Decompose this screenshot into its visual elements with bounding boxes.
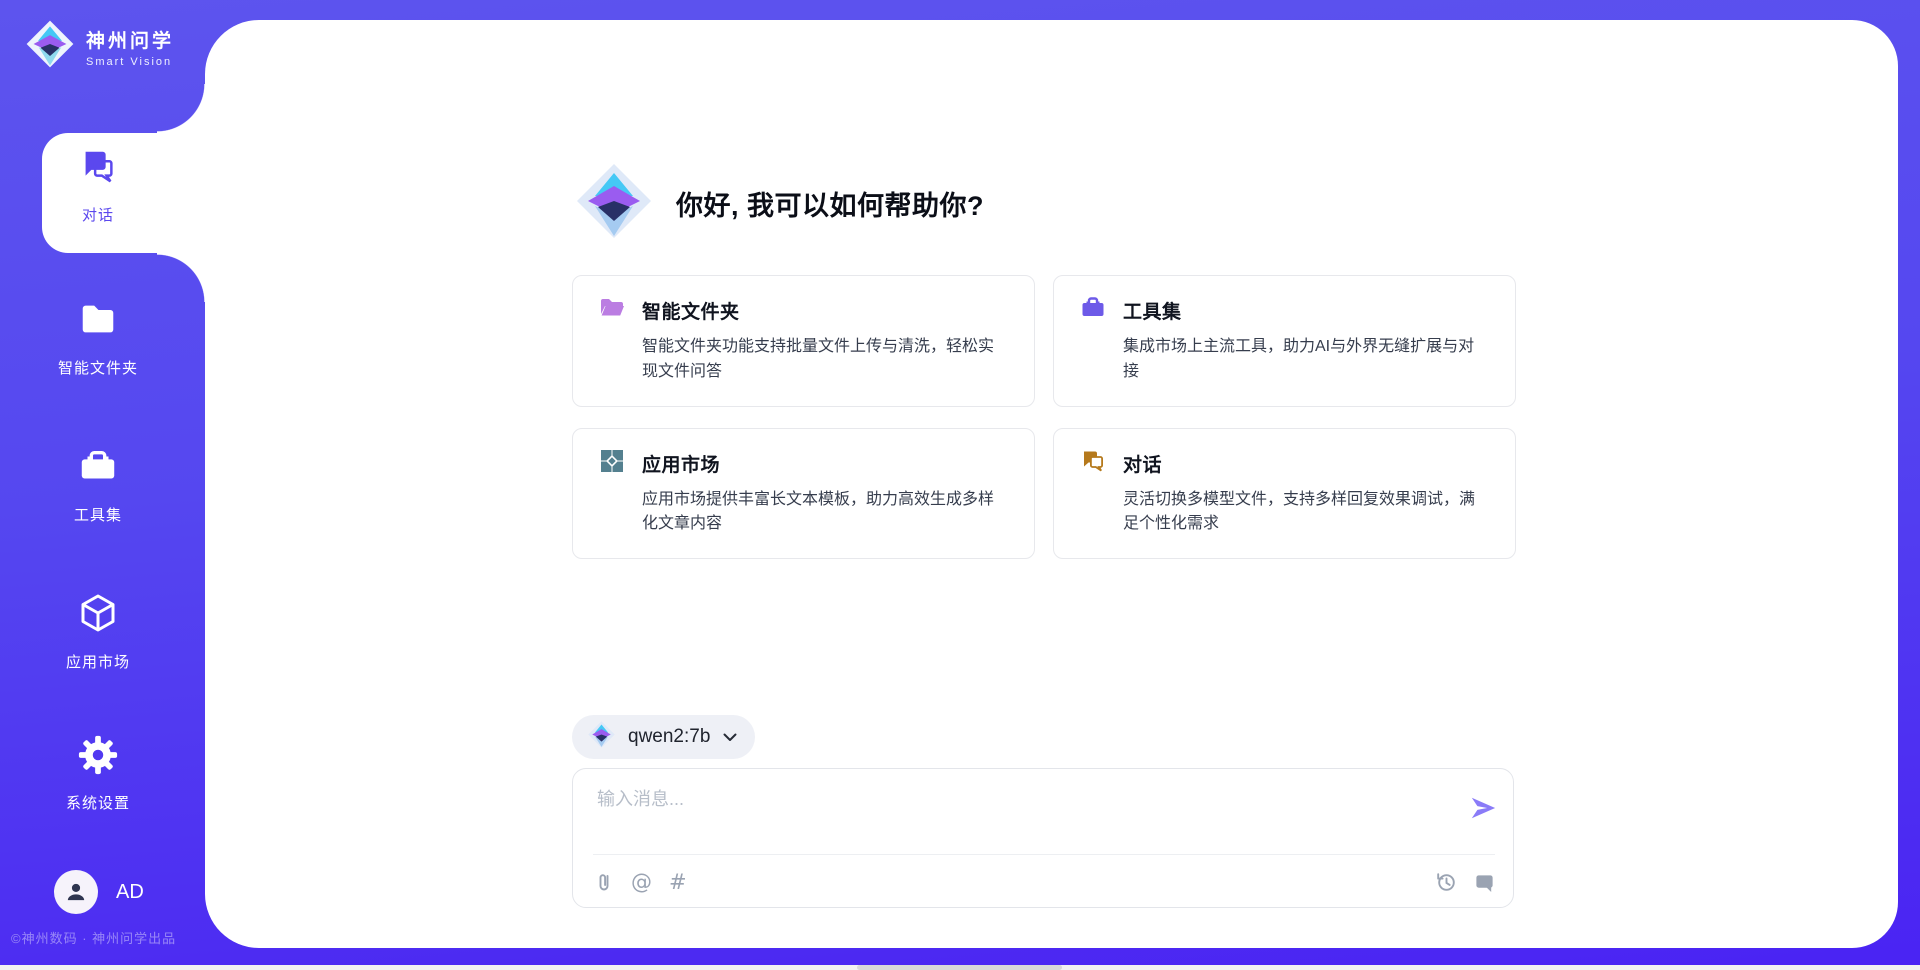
card-title: 智能文件夹: [642, 297, 740, 324]
toolbox-icon: [1080, 295, 1106, 326]
cube-icon: [76, 591, 120, 640]
horizontal-scrollbar[interactable]: [0, 965, 1920, 970]
composer-divider: [593, 854, 1495, 855]
assistant-logo-icon: [576, 163, 652, 244]
sidebar-item-toolset[interactable]: 工具集: [28, 446, 168, 525]
brand-logo-icon: [26, 20, 74, 73]
user-name: AD: [116, 881, 144, 904]
history-icon[interactable]: [1435, 871, 1457, 893]
folder-icon: [77, 299, 119, 346]
greeting-section: 你好, 我可以如何帮助你?: [576, 163, 984, 244]
copyright-footer: ©神州数码 · 神州问学出品: [11, 928, 176, 947]
user-account[interactable]: AD: [54, 870, 144, 914]
card-title: 工具集: [1123, 297, 1182, 324]
sidebar-item-label: 工具集: [74, 504, 122, 525]
brand: 神州问学 Smart Vision: [26, 20, 174, 73]
model-name: qwen2:7b: [628, 726, 710, 748]
model-logo-icon: [588, 721, 615, 753]
card-smart-folder[interactable]: 智能文件夹 智能文件夹功能支持批量文件上传与清洗，轻松实现文件问答: [572, 275, 1035, 407]
sidebar-item-label: 智能文件夹: [58, 357, 138, 378]
feature-cards: 智能文件夹 智能文件夹功能支持批量文件上传与清洗，轻松实现文件问答 工具集 集成…: [572, 275, 1516, 559]
card-title: 应用市场: [642, 450, 720, 477]
card-description: 灵活切换多模型文件，支持多样回复效果调试，满足个性化需求: [1123, 488, 1489, 538]
attachment-icon[interactable]: [594, 871, 614, 893]
sidebar-item-smart-folder[interactable]: 智能文件夹: [28, 299, 168, 378]
chevron-down-icon: [723, 733, 737, 742]
message-input[interactable]: [595, 783, 1459, 845]
sidebar-item-label: 系统设置: [66, 792, 130, 813]
folder-open-icon: [599, 295, 625, 326]
avatar: [54, 870, 98, 914]
sidebar-item-label: 对话: [82, 204, 114, 225]
model-selector[interactable]: qwen2:7b: [572, 715, 755, 759]
brand-name: 神州问学: [86, 26, 174, 53]
hashtag-icon[interactable]: #: [669, 872, 687, 893]
gear-icon: [77, 734, 119, 781]
mention-icon[interactable]: @: [631, 872, 652, 893]
blob-fillet-bottom: [157, 253, 205, 302]
toolbox-icon: [77, 446, 119, 493]
sidebar-item-label: 应用市场: [66, 651, 130, 672]
chat-icon: [1080, 448, 1106, 479]
scrollbar-thumb[interactable]: [857, 965, 1062, 970]
card-description: 集成市场上主流工具，助力AI与外界无缝扩展与对接: [1123, 335, 1489, 385]
card-toolset[interactable]: 工具集 集成市场上主流工具，助力AI与外界无缝扩展与对接: [1053, 275, 1516, 407]
card-description: 智能文件夹功能支持批量文件上传与清洗，轻松实现文件问答: [642, 335, 1008, 385]
sidebar-item-chat[interactable]: 对话: [28, 146, 168, 225]
sidebar: 神州问学 Smart Vision 对话 智能文件夹: [0, 0, 205, 970]
main-panel: 你好, 我可以如何帮助你? 智能文件夹 智能文件夹功能支持批量文件上传与清洗，轻…: [205, 20, 1898, 948]
chat-icon: [77, 146, 119, 193]
card-app-market[interactable]: 应用市场 应用市场提供丰富长文本模板，助力高效生成多样化文章内容: [572, 428, 1035, 560]
message-composer: @ #: [572, 768, 1514, 908]
card-chat[interactable]: 对话 灵活切换多模型文件，支持多样回复效果调试，满足个性化需求: [1053, 428, 1516, 560]
blob-fillet-top: [157, 84, 205, 133]
sidebar-item-settings[interactable]: 系统设置: [28, 734, 168, 813]
brand-subtitle: Smart Vision: [86, 56, 174, 68]
feedback-message-icon[interactable]: [1474, 872, 1495, 893]
card-title: 对话: [1123, 450, 1162, 477]
grid-icon: [599, 448, 625, 479]
greeting-title: 你好, 我可以如何帮助你?: [676, 184, 984, 223]
card-description: 应用市场提供丰富长文本模板，助力高效生成多样化文章内容: [642, 488, 1008, 538]
sidebar-item-app-market[interactable]: 应用市场: [28, 591, 168, 672]
send-icon[interactable]: [1467, 793, 1499, 823]
